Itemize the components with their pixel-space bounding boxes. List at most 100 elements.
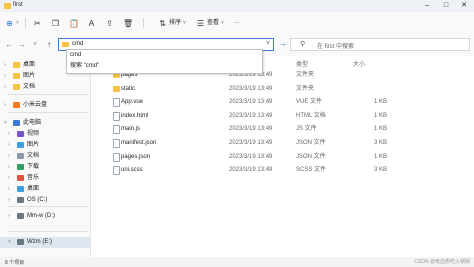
search-box[interactable]: ⚲ 在 first 中搜索	[290, 38, 470, 51]
view-button[interactable]: ☰ 查看 ˅	[196, 17, 224, 29]
watermark: CSDN @吸血想吃火锅锅	[414, 259, 470, 265]
chevron-icon[interactable]: ˅	[4, 118, 7, 129]
file-name: main.js	[121, 126, 141, 133]
chevron-icon[interactable]: ›	[8, 162, 10, 173]
sidebar-item-label: 音乐	[27, 175, 40, 181]
sidebar-item[interactable]: › 文档	[0, 151, 90, 162]
sidebar-item[interactable]: ˅ 此电脑	[0, 118, 90, 129]
sidebar-item[interactable]: › 桌面	[0, 184, 90, 195]
chevron-icon[interactable]: ˅	[8, 237, 11, 248]
up-icon[interactable]: ↑	[44, 40, 54, 50]
sidebar-item-label: 图片	[23, 73, 36, 79]
sidebar-divider	[8, 112, 88, 113]
file-size: 1 KB	[373, 99, 387, 106]
file-icon	[113, 152, 120, 162]
chevron-icon[interactable]: ›	[4, 82, 6, 93]
sidebar-item[interactable]: › 图片	[0, 140, 90, 151]
chevron-icon[interactable]: ›	[8, 184, 10, 195]
file-type: VUE 文件	[296, 99, 323, 106]
chevron-icon[interactable]: ›	[4, 71, 6, 82]
maximize-button[interactable]: □	[437, 0, 455, 12]
file-size: 3 KB	[373, 167, 387, 174]
file-row[interactable]: pages.json 2023/3/19 13:49 JSON 文件 1 KB	[91, 151, 474, 163]
address-input[interactable]: cmd	[72, 41, 83, 47]
sidebar-item[interactable]: › 文档	[0, 82, 90, 93]
sort-button[interactable]: ⇅ 排序 ˅	[158, 17, 186, 29]
file-row[interactable]: index.html 2023/3/19 13:49 HTML 文档 1 KB	[91, 110, 474, 122]
paste-button[interactable]: 📋	[69, 17, 80, 29]
chevron-icon[interactable]: ›	[8, 211, 10, 222]
pc-icon	[13, 120, 20, 126]
cut-button[interactable]: ✂	[33, 17, 44, 29]
sidebar-item[interactable]: › 视频	[0, 129, 90, 140]
file-type: 文件夹	[296, 85, 315, 92]
command-bar: ⊕ ˅ ✂ ❐ 📋 Ａ ⇪ 🗑 ⇅ 排序 ˅ ☰ 查看 ˅ ···	[0, 12, 474, 35]
navigation-pane: › 桌面 › 图片 › 文档 › 小米云盘 ˅ 此电脑 › 视频 › 图片 › 文档 › 下载 › 音乐 › 桌面 › OS …	[0, 56, 91, 257]
close-button[interactable]: ✕	[455, 0, 473, 12]
recent-chevron-icon[interactable]: ˅	[30, 40, 40, 50]
file-date: 2023/3/19 13:49	[229, 99, 273, 106]
chevron-icon[interactable]: ›	[8, 151, 10, 162]
column-header-size[interactable]: 大小	[353, 59, 365, 68]
folder-icon	[113, 85, 120, 92]
forward-icon[interactable]: →	[17, 40, 27, 50]
sidebar-item-label: 文档	[23, 84, 36, 90]
file-row[interactable]: manifest.json 2023/3/19 13:49 JSON 文件 3 KB	[91, 137, 474, 149]
drive-icon	[17, 213, 24, 219]
rename-button[interactable]: Ａ	[87, 17, 98, 29]
music-icon	[17, 175, 24, 181]
minimize-button[interactable]: –	[418, 0, 436, 12]
sidebar-item[interactable]: › 小米云盘	[0, 100, 90, 111]
file-row[interactable]: App.vue 2023/3/19 13:49 VUE 文件 1 KB	[91, 96, 474, 108]
file-type: JSON 文件	[296, 153, 326, 160]
chevron-icon[interactable]: ›	[8, 129, 10, 140]
copy-button[interactable]: ❐	[51, 17, 62, 29]
delete-button[interactable]: 🗑	[123, 17, 134, 29]
status-bar: 8 个项目 CSDN @吸血想吃火锅锅	[0, 257, 474, 267]
chevron-icon[interactable]: ›	[8, 195, 10, 206]
file-row[interactable]: uni.scss 2023/3/19 13:49 SCSS 文件 3 KB	[91, 164, 474, 176]
chevron-icon[interactable]: ›	[8, 173, 10, 184]
sidebar-item-label: 视频	[27, 131, 40, 137]
sidebar-item-label: OS (C:)	[27, 197, 48, 203]
sidebar-item[interactable]: › 音乐	[0, 173, 90, 184]
share-icon: ⇪	[106, 18, 113, 28]
file-list: 名称 类型 大小 pages2023/3/19 13:49文件夹static20…	[91, 56, 474, 257]
sidebar-item-label: 下载	[27, 164, 40, 170]
sidebar-item[interactable]: ˅ Wzm (E:)	[0, 237, 90, 248]
cloud-icon	[13, 102, 20, 108]
file-type: JS 文件	[296, 126, 317, 133]
address-suggestions: cmd 搜索 "cmd"	[66, 49, 263, 74]
file-size: 1 KB	[373, 112, 387, 119]
sidebar-item[interactable]: › Mm-w (D:)	[0, 211, 90, 222]
new-button[interactable]: ⊕ ˅	[5, 17, 19, 29]
chevron-down-icon[interactable]: ˅	[266, 40, 270, 47]
go-arrow-icon[interactable]: →	[279, 39, 287, 48]
column-header-type[interactable]: 类型	[296, 59, 308, 68]
file-row[interactable]: static 2023/3/19 13:49 文件夹	[91, 83, 474, 95]
chevron-down-icon: ˅	[221, 20, 224, 26]
folder-icon	[13, 73, 20, 79]
search-icon: ⚲	[300, 41, 306, 48]
file-size: 1 KB	[373, 153, 387, 160]
chevron-icon[interactable]: ›	[4, 60, 6, 71]
paste-icon: 📋	[69, 18, 79, 28]
more-button[interactable]: ···	[234, 17, 240, 29]
suggestion-item[interactable]: cmd	[70, 52, 81, 58]
chevron-icon[interactable]: ›	[8, 140, 10, 151]
sidebar-item[interactable]: › OS (C:)	[0, 195, 90, 206]
file-type: HTML 文档	[296, 112, 326, 119]
file-name: pages.json	[121, 153, 151, 160]
back-icon[interactable]: ←	[4, 40, 14, 50]
file-icon	[113, 98, 120, 108]
file-row[interactable]: main.js 2023/3/19 13:49 JS 文件 1 KB	[91, 123, 474, 135]
folder-icon	[4, 3, 11, 9]
sidebar-item[interactable]: › 下载	[0, 162, 90, 173]
file-date: 2023/3/19 13:49	[229, 153, 273, 160]
suggestion-item[interactable]: 搜索 "cmd"	[70, 60, 99, 69]
chevron-down-icon: ˅	[183, 20, 186, 26]
search-input[interactable]: 在 first 中搜索	[317, 41, 354, 50]
chevron-icon[interactable]: ›	[4, 100, 6, 111]
sidebar-divider	[8, 206, 88, 207]
share-button[interactable]: ⇪	[105, 17, 116, 29]
